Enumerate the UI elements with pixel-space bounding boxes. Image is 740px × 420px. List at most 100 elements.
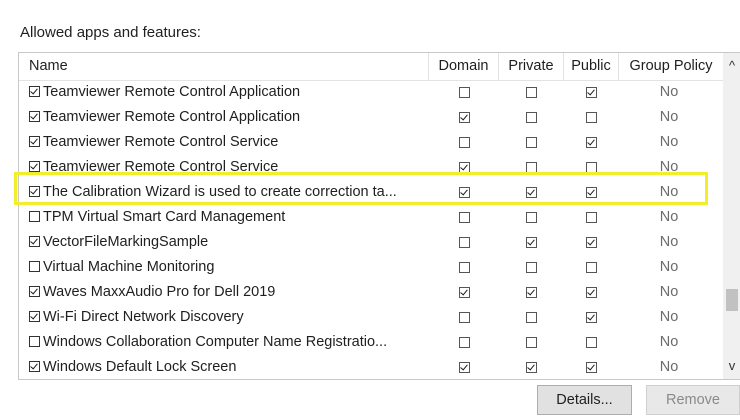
private-checkbox[interactable]: [526, 237, 537, 248]
domain-checkbox[interactable]: [458, 362, 470, 373]
domain-checkbox[interactable]: [458, 237, 470, 248]
apps-list[interactable]: Name Domain Private Public Group Policy …: [18, 52, 740, 380]
app-enabled-checkbox[interactable]: [29, 336, 40, 347]
app-name-cell[interactable]: Virtual Machine Monitoring: [29, 255, 429, 280]
table-row[interactable]: Windows Collaboration Computer Name Regi…: [19, 330, 723, 355]
app-enabled-checkbox[interactable]: [29, 311, 40, 322]
domain-checkbox[interactable]: [458, 187, 470, 198]
domain-checkbox[interactable]: [458, 137, 470, 148]
public-cell: [564, 230, 619, 255]
app-enabled-checkbox[interactable]: [29, 161, 40, 172]
app-enabled-checkbox[interactable]: [29, 136, 40, 147]
app-name-cell[interactable]: Teamviewer Remote Control Application: [29, 105, 429, 130]
app-name-cell[interactable]: Waves MaxxAudio Pro for Dell 2019: [29, 280, 429, 305]
app-name-cell[interactable]: VectorFileMarkingSample: [29, 230, 429, 255]
private-checkbox[interactable]: [526, 337, 537, 348]
private-cell: [499, 155, 564, 180]
private-checkbox[interactable]: [526, 137, 537, 148]
scroll-down-icon[interactable]: v: [723, 355, 740, 377]
public-checkbox[interactable]: [586, 337, 597, 348]
domain-checkbox[interactable]: [458, 312, 470, 323]
table-row[interactable]: Teamviewer Remote Control Application No: [19, 80, 723, 105]
private-checkbox[interactable]: [526, 262, 537, 273]
public-checkbox[interactable]: [586, 87, 597, 98]
public-checkbox[interactable]: [586, 212, 597, 223]
app-enabled-checkbox[interactable]: [29, 111, 40, 122]
app-name-label: Windows Collaboration Computer Name Regi…: [43, 334, 388, 350]
public-cell: [564, 155, 619, 180]
table-row[interactable]: Waves MaxxAudio Pro for Dell 2019 No: [19, 280, 723, 305]
table-row[interactable]: Windows Default Lock Screen No: [19, 355, 723, 379]
private-checkbox[interactable]: [526, 187, 537, 198]
public-checkbox[interactable]: [586, 312, 597, 323]
domain-cell: [429, 255, 499, 280]
private-checkbox[interactable]: [526, 162, 537, 173]
scrollbar-thumb[interactable]: [726, 289, 738, 311]
public-checkbox[interactable]: [586, 162, 597, 173]
app-name-cell[interactable]: The Calibration Wizard is used to create…: [29, 180, 429, 205]
private-checkbox[interactable]: [526, 112, 537, 123]
app-enabled-checkbox[interactable]: [29, 261, 40, 272]
public-checkbox[interactable]: [586, 287, 597, 298]
details-button[interactable]: Details...: [537, 385, 632, 415]
private-checkbox[interactable]: [526, 287, 537, 298]
app-enabled-checkbox[interactable]: [29, 186, 40, 197]
app-name-cell[interactable]: Teamviewer Remote Control Service: [29, 130, 429, 155]
domain-cell: [429, 130, 499, 155]
column-header-group-policy[interactable]: Group Policy: [619, 53, 723, 80]
domain-checkbox[interactable]: [458, 212, 470, 223]
group-policy-value: No: [659, 234, 679, 250]
app-name-label: Wi-Fi Direct Network Discovery: [43, 309, 244, 325]
app-name-cell[interactable]: Teamviewer Remote Control Service: [29, 155, 429, 180]
column-header-domain[interactable]: Domain: [429, 53, 499, 80]
app-enabled-checkbox[interactable]: [29, 236, 40, 247]
private-checkbox[interactable]: [526, 312, 537, 323]
table-row[interactable]: VectorFileMarkingSample No: [19, 230, 723, 255]
app-name-label: Windows Default Lock Screen: [43, 359, 237, 375]
domain-checkbox[interactable]: [458, 162, 470, 173]
table-row[interactable]: TPM Virtual Smart Card Management No: [19, 205, 723, 230]
domain-checkbox[interactable]: [458, 337, 470, 348]
table-row[interactable]: Teamviewer Remote Control Service No: [19, 155, 723, 180]
table-row[interactable]: Teamviewer Remote Control Application No: [19, 105, 723, 130]
app-name-cell[interactable]: TPM Virtual Smart Card Management: [29, 205, 429, 230]
domain-checkbox[interactable]: [458, 112, 470, 123]
app-enabled-checkbox[interactable]: [29, 286, 40, 297]
domain-checkbox[interactable]: [458, 287, 470, 298]
column-header-name[interactable]: Name: [19, 53, 429, 80]
private-checkbox[interactable]: [526, 212, 537, 223]
app-name-label: Teamviewer Remote Control Application: [43, 109, 301, 125]
app-name-cell[interactable]: Teamviewer Remote Control Application: [29, 80, 429, 105]
group-policy-value: No: [659, 359, 679, 375]
domain-checkbox[interactable]: [458, 262, 470, 273]
public-cell: [564, 80, 619, 105]
public-checkbox[interactable]: [586, 237, 597, 248]
remove-button[interactable]: Remove: [646, 385, 740, 415]
vertical-scrollbar[interactable]: ^ v: [723, 53, 740, 379]
scroll-up-icon[interactable]: ^: [723, 55, 740, 77]
table-row[interactable]: Wi-Fi Direct Network Discovery No: [19, 305, 723, 330]
app-enabled-checkbox[interactable]: [29, 361, 40, 372]
public-checkbox[interactable]: [586, 112, 597, 123]
app-name-cell[interactable]: Wi-Fi Direct Network Discovery: [29, 305, 429, 330]
private-checkbox[interactable]: [526, 87, 537, 98]
public-checkbox[interactable]: [586, 262, 597, 273]
table-row[interactable]: The Calibration Wizard is used to create…: [19, 180, 723, 205]
private-checkbox[interactable]: [526, 362, 537, 373]
app-name-cell[interactable]: Windows Default Lock Screen: [29, 355, 429, 379]
table-row[interactable]: Virtual Machine Monitoring No: [19, 255, 723, 280]
app-enabled-checkbox[interactable]: [29, 211, 40, 222]
public-cell: [564, 280, 619, 305]
table-row[interactable]: Teamviewer Remote Control Service No: [19, 130, 723, 155]
public-checkbox[interactable]: [586, 362, 597, 373]
public-checkbox[interactable]: [586, 187, 597, 198]
group-policy-value: No: [659, 259, 679, 275]
column-header-private[interactable]: Private: [499, 53, 564, 80]
app-enabled-checkbox[interactable]: [29, 86, 40, 97]
domain-checkbox[interactable]: [458, 87, 470, 98]
public-checkbox[interactable]: [586, 137, 597, 148]
column-header-public[interactable]: Public: [564, 53, 619, 80]
private-cell: [499, 355, 564, 379]
app-name-cell[interactable]: Windows Collaboration Computer Name Regi…: [29, 330, 429, 355]
app-name-label: Teamviewer Remote Control Application: [43, 84, 301, 100]
